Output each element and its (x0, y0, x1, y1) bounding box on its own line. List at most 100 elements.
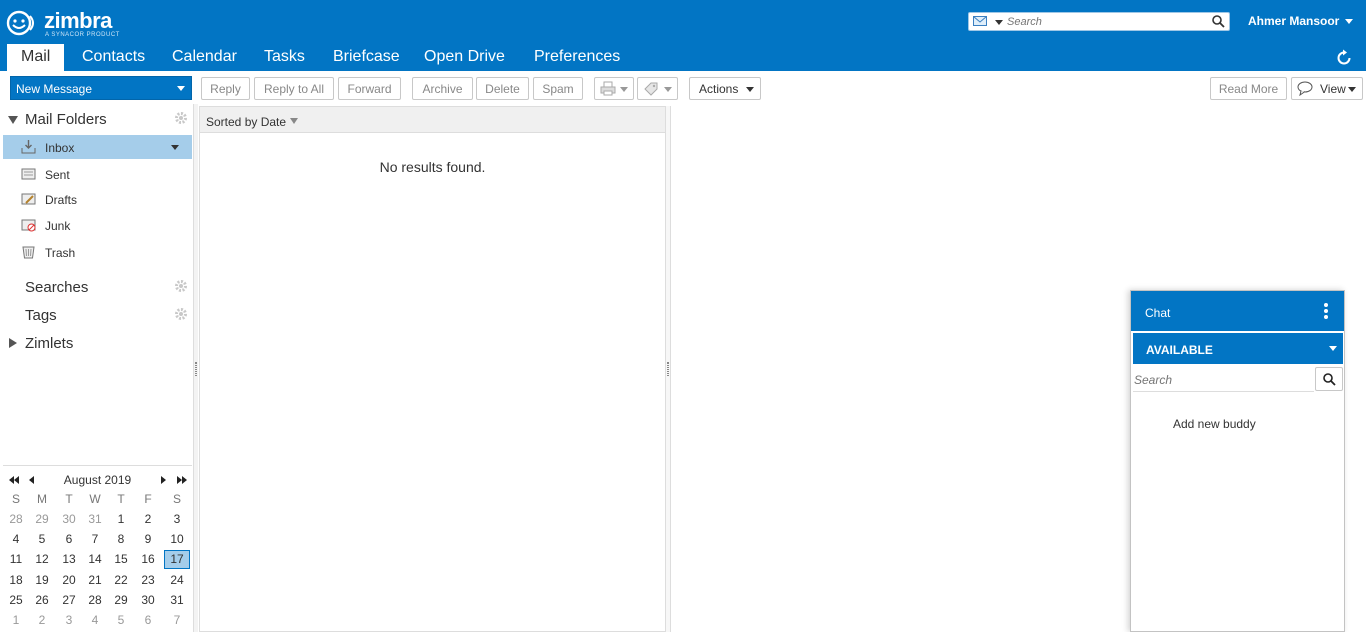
calendar-day[interactable]: 1 (108, 510, 134, 529)
calendar-day[interactable]: 13 (56, 550, 82, 569)
calendar-day[interactable]: 1 (3, 611, 29, 630)
calendar-day[interactable]: 6 (135, 611, 161, 630)
delete-button[interactable]: Delete (476, 77, 529, 100)
chat-search-input[interactable] (1134, 372, 1312, 388)
reading-pane-splitter[interactable] (666, 106, 671, 632)
tab-calendar[interactable]: Calendar (172, 44, 237, 71)
chat-status-dropdown[interactable]: AVAILABLE (1133, 333, 1343, 364)
archive-button[interactable]: Archive (412, 77, 473, 100)
tag-button[interactable] (637, 77, 678, 100)
calendar-day[interactable]: 30 (135, 591, 161, 610)
collapse-mail-folders-icon[interactable] (8, 116, 18, 124)
calendar-day[interactable]: 23 (135, 571, 161, 590)
calendar-day[interactable]: 6 (56, 530, 82, 549)
calendar-day[interactable]: 19 (29, 571, 55, 590)
calendar-day[interactable]: 15 (108, 550, 134, 569)
tags-header[interactable]: Tags (25, 307, 57, 324)
zimlets-header[interactable]: Zimlets (25, 335, 73, 352)
user-menu-dropdown-icon[interactable] (1345, 19, 1353, 24)
calendar-day[interactable]: 17 (164, 550, 190, 570)
more-options-icon[interactable] (1323, 303, 1329, 321)
left-pane-splitter[interactable] (193, 104, 198, 632)
refresh-icon[interactable] (1335, 49, 1353, 67)
calendar-day[interactable]: 7 (82, 530, 108, 549)
calendar-day[interactable]: 21 (82, 571, 108, 590)
spam-button[interactable]: Spam (533, 77, 583, 100)
calendar-day[interactable]: 3 (56, 611, 82, 630)
user-menu[interactable]: Ahmer Mansoor (1248, 14, 1339, 28)
add-new-buddy-link[interactable]: Add new buddy (1173, 417, 1256, 431)
tab-contacts[interactable]: Contacts (82, 44, 145, 71)
zimbra-logo[interactable]: zimbra A SYNACOR PRODUCT (6, 8, 136, 40)
folder-sent[interactable]: Sent (3, 162, 192, 186)
next-month-icon[interactable] (160, 476, 166, 484)
expand-zimlets-icon[interactable] (9, 338, 17, 348)
calendar-day[interactable]: 20 (56, 571, 82, 590)
calendar-day[interactable]: 30 (56, 510, 82, 529)
print-dropdown-icon[interactable] (620, 87, 628, 92)
calendar-day[interactable]: 2 (29, 611, 55, 630)
calendar-day[interactable]: 12 (29, 550, 55, 569)
folder-drafts[interactable]: Drafts (3, 187, 192, 211)
new-message-button[interactable]: New Message (10, 76, 192, 100)
calendar-day[interactable]: 28 (3, 510, 29, 529)
forward-button[interactable]: Forward (338, 77, 401, 100)
calendar-day[interactable]: 5 (108, 611, 134, 630)
search-icon[interactable] (1212, 15, 1225, 28)
tab-tasks[interactable]: Tasks (264, 44, 305, 71)
tag-dropdown-icon[interactable] (664, 87, 672, 92)
calendar-day[interactable]: 25 (3, 591, 29, 610)
calendar-day[interactable]: 11 (3, 550, 29, 569)
calendar-day[interactable]: 28 (82, 591, 108, 610)
searches-header[interactable]: Searches (25, 279, 88, 296)
calendar-day[interactable]: 31 (82, 510, 108, 529)
calendar-day[interactable]: 10 (164, 530, 190, 549)
folder-inbox[interactable]: Inbox (3, 135, 192, 159)
folder-junk[interactable]: Junk (3, 213, 192, 237)
tab-preferences[interactable]: Preferences (534, 44, 620, 71)
actions-button[interactable]: Actions (689, 77, 761, 100)
gear-icon[interactable] (174, 111, 188, 125)
calendar-day[interactable]: 26 (29, 591, 55, 610)
reply-all-button[interactable]: Reply to All (254, 77, 334, 100)
tab-briefcase[interactable]: Briefcase (333, 44, 400, 71)
splitter-grip[interactable] (195, 362, 197, 376)
calendar-day[interactable]: 16 (135, 550, 161, 569)
tab-open-drive[interactable]: Open Drive (424, 44, 505, 71)
sort-direction-icon[interactable] (290, 118, 298, 124)
folder-trash[interactable]: Trash (3, 240, 192, 264)
print-button[interactable] (594, 77, 634, 100)
calendar-day[interactable]: 4 (3, 530, 29, 549)
chat-header[interactable]: Chat (1131, 291, 1344, 331)
gear-icon[interactable] (174, 307, 188, 321)
calendar-day[interactable]: 5 (29, 530, 55, 549)
next-year-icon[interactable] (176, 476, 187, 484)
calendar-day[interactable]: 24 (164, 571, 190, 590)
reply-button[interactable]: Reply (201, 77, 250, 100)
calendar-day[interactable]: 27 (56, 591, 82, 610)
calendar-day[interactable]: 14 (82, 550, 108, 569)
tab-mail[interactable]: Mail (7, 44, 65, 71)
list-header[interactable]: Sorted by Date (200, 107, 665, 133)
calendar-day[interactable]: 2 (135, 510, 161, 529)
new-message-dropdown-icon[interactable] (177, 86, 185, 91)
mail-folders-header[interactable]: Mail Folders (25, 111, 107, 128)
calendar-day[interactable]: 7 (164, 611, 190, 630)
calendar-day[interactable]: 18 (3, 571, 29, 590)
inbox-dropdown-icon[interactable] (171, 145, 179, 150)
calendar-day[interactable]: 8 (108, 530, 134, 549)
search-input[interactable] (1007, 14, 1207, 29)
splitter-grip[interactable] (667, 362, 669, 376)
calendar-day[interactable]: 22 (108, 571, 134, 590)
sort-label[interactable]: Sorted by Date (206, 115, 286, 129)
calendar-day[interactable]: 29 (29, 510, 55, 529)
calendar-day[interactable]: 29 (108, 591, 134, 610)
calendar-day[interactable]: 4 (82, 611, 108, 630)
read-more-button[interactable]: Read More (1210, 77, 1287, 100)
mail-search-type-icon[interactable] (973, 16, 987, 26)
calendar-day[interactable]: 3 (164, 510, 190, 529)
calendar-day[interactable]: 9 (135, 530, 161, 549)
search-type-dropdown-icon[interactable] (995, 20, 1003, 25)
view-button[interactable]: View (1291, 77, 1363, 100)
chat-search-button[interactable] (1315, 367, 1343, 391)
